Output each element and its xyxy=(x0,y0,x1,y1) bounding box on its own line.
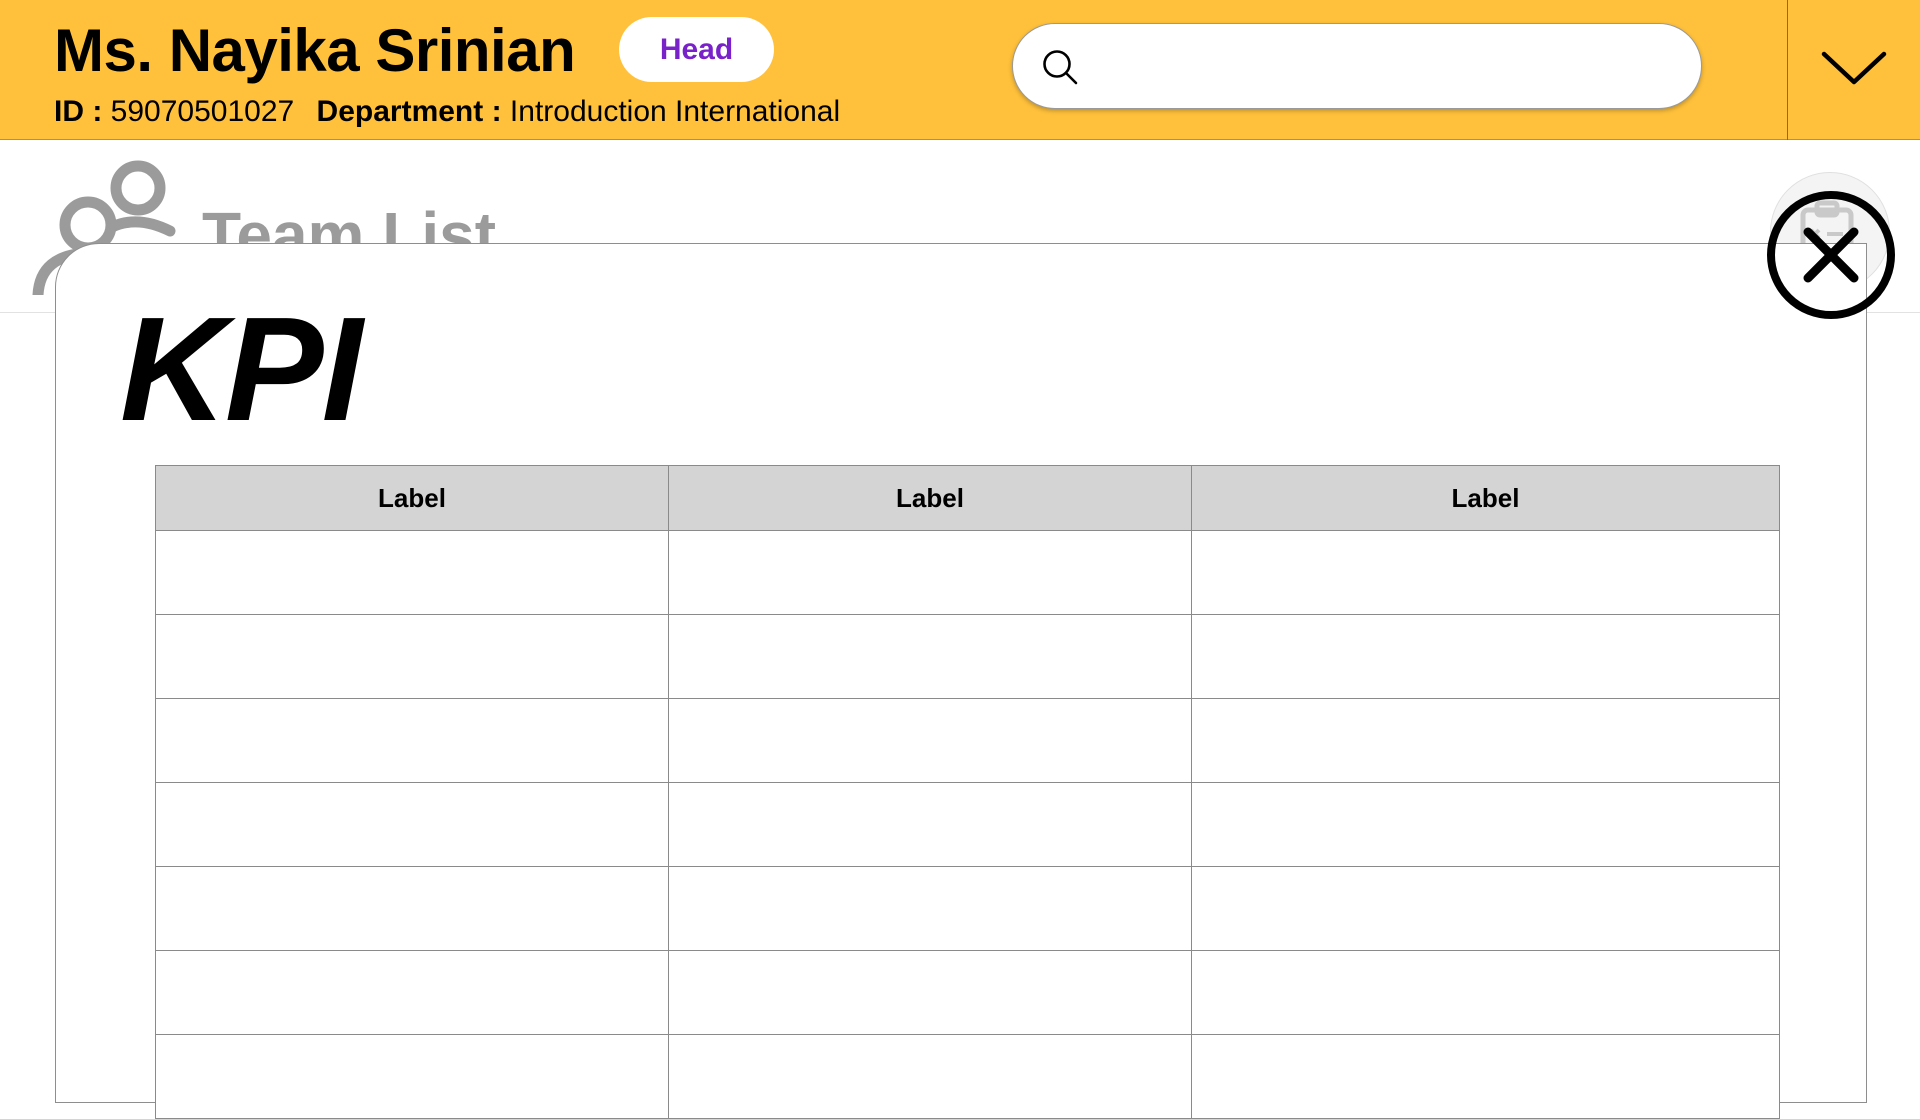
table-cell xyxy=(668,950,1192,1035)
table-row xyxy=(155,1034,1780,1119)
table-cell xyxy=(155,866,669,951)
id-label: ID : xyxy=(54,95,103,128)
profile-header: Ms. Nayika Srinian Head ID : 59070501027… xyxy=(0,0,1920,140)
table-cell xyxy=(668,1034,1192,1119)
column-header: Label xyxy=(155,465,669,531)
table-cell xyxy=(1191,1034,1780,1119)
kpi-table: Label Label Label xyxy=(155,465,1780,1119)
id-value: 59070501027 xyxy=(110,95,295,128)
table-row xyxy=(155,530,1780,615)
chevron-down-icon[interactable] xyxy=(1818,42,1890,94)
table-cell xyxy=(668,866,1192,951)
header-divider xyxy=(1787,0,1788,140)
table-row xyxy=(155,950,1780,1035)
search-box[interactable] xyxy=(1012,23,1702,109)
table-cell xyxy=(668,698,1192,783)
table-cell xyxy=(1191,530,1780,615)
table-cell xyxy=(668,782,1192,867)
employee-name: Ms. Nayika Srinian xyxy=(54,17,576,84)
table-cell xyxy=(155,782,669,867)
table-cell xyxy=(1191,614,1780,699)
department-label: Department : xyxy=(316,95,502,128)
employee-meta: ID : 59070501027 Department : Introducti… xyxy=(54,92,840,132)
department-value: Introduction International xyxy=(509,95,841,128)
table-cell xyxy=(155,950,669,1035)
table-row xyxy=(155,698,1780,783)
table-cell xyxy=(668,530,1192,615)
search-icon xyxy=(1043,50,1078,85)
table-cell xyxy=(1191,866,1780,951)
modal-title: KPI xyxy=(120,287,363,452)
table-row xyxy=(155,614,1780,699)
table-cell xyxy=(155,530,669,615)
table-cell xyxy=(155,698,669,783)
table-cell xyxy=(1191,698,1780,783)
table-cell xyxy=(155,614,669,699)
column-header: Label xyxy=(668,465,1192,531)
table-header-row: Label Label Label xyxy=(155,465,1780,531)
table-cell xyxy=(668,614,1192,699)
search-input[interactable] xyxy=(1097,38,1671,96)
role-badge: Head xyxy=(619,17,774,82)
table-row xyxy=(155,782,1780,867)
close-circle-icon[interactable] xyxy=(1766,190,1896,320)
table-row xyxy=(155,866,1780,951)
table-cell xyxy=(1191,782,1780,867)
column-header: Label xyxy=(1191,465,1780,531)
table-cell xyxy=(155,1034,669,1119)
table-cell xyxy=(1191,950,1780,1035)
